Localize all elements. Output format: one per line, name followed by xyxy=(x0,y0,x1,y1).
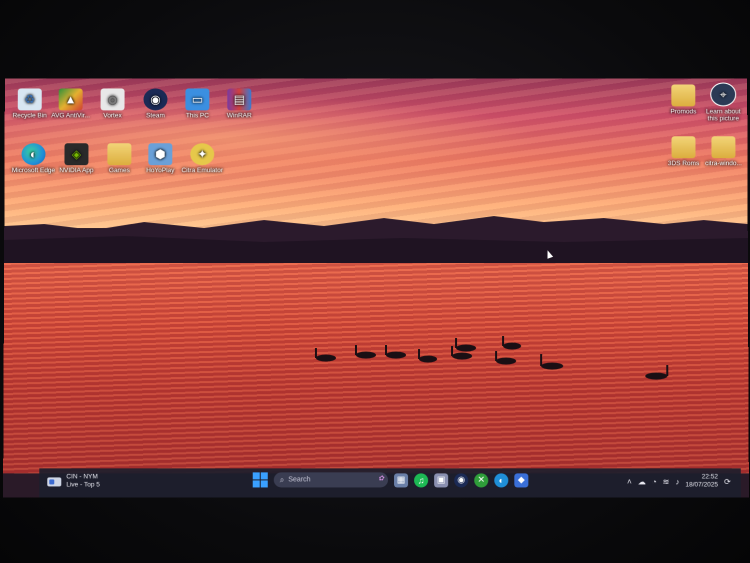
desktop-icon-label: Recycle Bin xyxy=(12,112,47,120)
taskbar-app-files[interactable]: ▦ xyxy=(394,472,409,487)
windows-logo-pane xyxy=(260,480,268,488)
news-widget-title: CIN - NYM xyxy=(66,473,98,481)
volume-icon[interactable]: ♪ xyxy=(675,477,679,486)
winrar-icon: ▤ xyxy=(227,88,252,111)
cloud-icon[interactable]: ☁ xyxy=(638,477,646,486)
taskbar-app-steam[interactable]: ◉ xyxy=(454,472,469,487)
folder-icon xyxy=(671,84,696,107)
vortex-icon: ◎ xyxy=(100,88,125,111)
taskbar-app-store[interactable]: ◆ xyxy=(514,472,529,487)
file-explorer-icon: ▦ xyxy=(396,474,406,485)
desktop-icon-promods[interactable]: Promods xyxy=(661,84,705,115)
desktop-screen: ♻ Recycle Bin ▲ AVG AntiVir... ◎ Vortex … xyxy=(3,78,749,498)
desktop-icon-label: Learn about this picture xyxy=(705,108,741,123)
taskbar-app-spotify[interactable]: ♫ xyxy=(414,472,429,487)
folder-icon xyxy=(107,143,132,166)
start-button[interactable] xyxy=(252,472,268,488)
taskbar-center: ⌕ Search ✿ ▦ ♫ ▣ ◉ ✕ ◐ ◆ xyxy=(252,472,529,488)
desktop-icon-label: AVG AntiVir... xyxy=(51,112,90,120)
photos-icon: ▣ xyxy=(436,474,446,485)
monitor-icon: ▭ xyxy=(185,88,210,111)
windows-logo-pane xyxy=(252,472,260,480)
desktop-icon-label: This PC xyxy=(185,112,209,120)
steam-icon: ◉ xyxy=(457,474,466,485)
desktop-icon-label: citra-windo... xyxy=(705,160,742,168)
taskbar: CIN - NYM Live - Top 5 ⌕ Search ✿ ▦ ♫ ▣ … xyxy=(39,468,741,498)
desktop-icon-label: HoYoPlay xyxy=(146,167,175,175)
wallpaper-geese xyxy=(314,335,668,380)
windows-logo-pane xyxy=(260,472,268,480)
steam-icon: ◉ xyxy=(143,88,168,111)
network-icon[interactable]: ◔ xyxy=(652,477,657,486)
desktop-icon-label: Promods xyxy=(670,108,697,116)
taskbar-app-photos[interactable]: ▣ xyxy=(434,472,449,487)
store-icon: ◆ xyxy=(517,474,525,485)
desktop-icon-3ds-roms[interactable]: 3DS Roms xyxy=(661,136,705,167)
system-tray: ˄ ☁ ◔ ≋ ♪ 22:52 18/07/2025 ⟳ xyxy=(627,473,731,489)
avg-antivirus-icon: ▲ xyxy=(58,88,83,111)
folder-icon xyxy=(671,136,696,159)
desktop-icon-steam[interactable]: ◉ Steam xyxy=(133,88,177,119)
desktop-icon-hoyoplay[interactable]: ⬢ HoYoPlay xyxy=(138,143,182,174)
folder-icon xyxy=(711,136,736,159)
taskbar-app-xbox[interactable]: ✕ xyxy=(474,472,489,487)
nvidia-icon: ◈ xyxy=(64,143,89,166)
desktop-icon-label: 3DS Roms xyxy=(667,160,700,168)
edge-icon: ◐ xyxy=(498,474,505,485)
desktop-icon-nvidia-app[interactable]: ◈ NVIDIA App xyxy=(54,143,98,174)
desktop-icon-citra-windows[interactable]: citra-windo... xyxy=(701,136,745,167)
taskbar-search[interactable]: ⌕ Search ✿ xyxy=(273,472,389,488)
clock[interactable]: 22:52 18/07/2025 xyxy=(685,473,718,489)
edge-icon: ◐ xyxy=(21,143,46,166)
citra-icon: ✦ xyxy=(190,143,215,166)
search-icon: ⌕ xyxy=(279,474,285,484)
desktop-icon-winrar[interactable]: ▤ WinRAR xyxy=(217,88,261,119)
notification-icon[interactable]: ⟳ xyxy=(724,477,731,486)
desktop-icon-microsoft-edge[interactable]: ◐ Microsoft Edge xyxy=(11,143,55,174)
desktop-icon-label: NVIDIA App xyxy=(59,167,94,175)
desktop-icon-label: Microsoft Edge xyxy=(11,167,56,175)
wifi-icon[interactable]: ≋ xyxy=(663,477,670,486)
desktop-icon-label: Citra Emulator xyxy=(181,167,223,175)
search-placeholder: Search xyxy=(288,476,311,484)
desktop-icon-this-pc[interactable]: ▭ This PC xyxy=(175,88,219,119)
news-widget[interactable]: CIN - NYM Live - Top 5 xyxy=(47,473,100,489)
desktop-icon-avg-antivirus[interactable]: ▲ AVG AntiVir... xyxy=(49,88,93,119)
desktop-icon-vortex[interactable]: ◎ Vortex xyxy=(91,88,135,119)
search-highlight-icon: ✿ xyxy=(378,475,385,483)
desktop-icon-citra-emulator[interactable]: ✦ Citra Emulator xyxy=(180,143,224,174)
windows-logo-pane xyxy=(252,480,260,488)
learn-about-picture-icon: ⌖ xyxy=(710,82,737,107)
desktop-icon-label: Games xyxy=(108,167,130,175)
news-widget-subtitle: Live - Top 5 xyxy=(66,481,100,489)
desktop-icon-recycle-bin[interactable]: ♻ Recycle Bin xyxy=(8,88,52,119)
chevron-up-icon[interactable]: ˄ xyxy=(627,477,632,486)
desktop-icon-learn-about-picture[interactable]: ⌖ Learn about this picture xyxy=(701,82,745,123)
hoyoplay-icon: ⬢ xyxy=(148,143,173,166)
xbox-icon: ✕ xyxy=(477,474,486,485)
desktop-icon-label: Vortex xyxy=(103,112,122,120)
desktop-icon-label: WinRAR xyxy=(226,112,252,120)
desktop-icon-games[interactable]: Games xyxy=(97,143,141,174)
news-widget-icon xyxy=(47,476,62,486)
desktop-icon-label: Steam xyxy=(146,112,165,120)
clock-date: 18/07/2025 xyxy=(685,481,719,489)
recycle-bin-icon: ♻ xyxy=(17,88,42,111)
taskbar-app-edge[interactable]: ◐ xyxy=(494,472,509,487)
spotify-icon: ♫ xyxy=(417,474,425,485)
clock-time: 22:52 xyxy=(701,473,719,481)
